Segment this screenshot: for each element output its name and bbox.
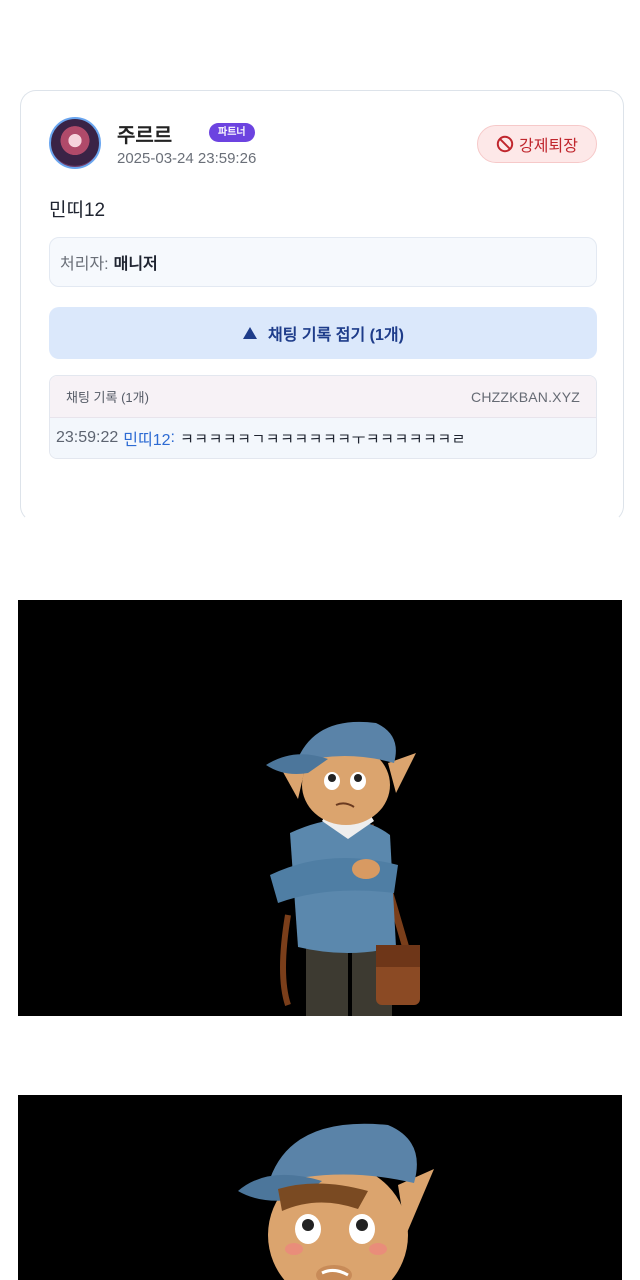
chat-message: ㅋㅋㅋㅋㅋㄱㅋㅋㅋㅋㅋㅋㅜㅋㅋㅋㅋㅋㅋㄹ bbox=[179, 430, 466, 448]
ban-record-card: 주르르 파트너 2025-03-24 23:59:26 강제퇴장 민띠12 처리… bbox=[20, 90, 624, 522]
boy-arms-crossed-illustration bbox=[18, 600, 622, 1016]
handler-box: 처리자: 매니저 bbox=[49, 237, 597, 287]
chat-log-title: 채팅 기록 (1개) bbox=[66, 390, 149, 405]
handler-value: 매니저 bbox=[113, 256, 158, 273]
triangle-up-icon bbox=[243, 327, 258, 339]
partner-badge: 파트너 bbox=[209, 123, 255, 142]
chat-colon: : bbox=[170, 429, 175, 446]
chat-user[interactable]: 민띠12 bbox=[123, 426, 170, 450]
site-domain[interactable]: CHZZKBAN.XYZ bbox=[471, 389, 580, 405]
handler-label: 처리자: bbox=[60, 256, 109, 273]
user-name[interactable]: 주르르 bbox=[117, 119, 172, 148]
chat-log: 채팅 기록 (1개) CHZZKBAN.XYZ 23:59:22 민띠12: ㅋ… bbox=[49, 375, 597, 459]
toggle-chat-log-button[interactable]: 채팅 기록 접기 (1개) bbox=[49, 307, 597, 359]
image-panel-2 bbox=[18, 1095, 622, 1280]
toggle-label: 채팅 기록 접기 (1개) bbox=[268, 327, 404, 344]
boy-closeup-illustration bbox=[18, 1095, 622, 1280]
card-header: 주르르 파트너 2025-03-24 23:59:26 강제퇴장 bbox=[49, 117, 597, 173]
chat-log-header: 채팅 기록 (1개) CHZZKBAN.XYZ bbox=[50, 376, 596, 418]
chat-time: 23:59:22 bbox=[56, 429, 119, 446]
image-panel-1 bbox=[18, 600, 622, 1016]
timestamp: 2025-03-24 23:59:26 bbox=[117, 150, 257, 167]
kick-status-button[interactable]: 강제퇴장 bbox=[477, 125, 597, 163]
kick-label: 강제퇴장 bbox=[519, 138, 578, 155]
target-user-name: 민띠12 bbox=[49, 200, 106, 221]
avatar[interactable] bbox=[49, 117, 101, 169]
ban-icon bbox=[496, 135, 514, 153]
chat-log-row: 23:59:22 민띠12: ㅋㅋㅋㅋㅋㄱㅋㅋㅋㅋㅋㅋㅜㅋㅋㅋㅋㅋㅋㄹ bbox=[50, 418, 596, 458]
